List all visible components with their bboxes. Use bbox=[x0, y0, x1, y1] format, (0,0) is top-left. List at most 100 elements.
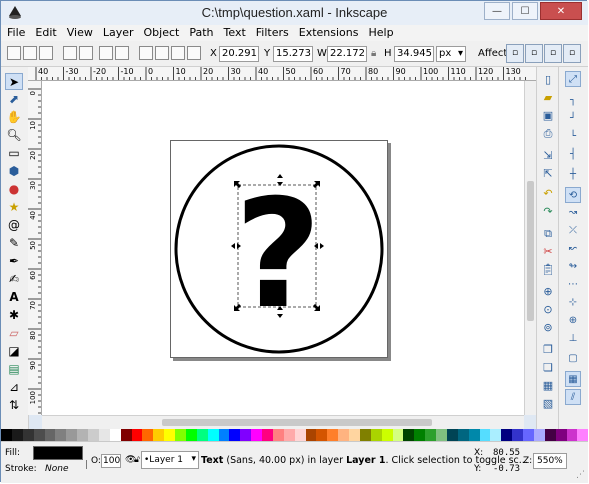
palette-swatch[interactable] bbox=[251, 429, 262, 441]
flip-horizontal-icon[interactable] bbox=[99, 46, 113, 60]
palette-swatch[interactable] bbox=[490, 429, 502, 441]
palette-swatch[interactable] bbox=[316, 429, 328, 441]
new-document-icon[interactable]: ▯ bbox=[541, 73, 555, 87]
paste-icon[interactable]: 📋︎ bbox=[541, 263, 555, 277]
pen-tool-icon[interactable]: ✒ bbox=[5, 253, 23, 270]
palette-swatch[interactable] bbox=[294, 429, 306, 441]
snap-paths-icon[interactable]: ↝ bbox=[565, 205, 581, 221]
eraser-tool-icon[interactable]: ▱ bbox=[5, 325, 23, 342]
palette-swatch[interactable] bbox=[164, 429, 175, 441]
snap-bbox-centers-icon[interactable]: ┼ bbox=[565, 167, 581, 183]
duplicate-icon[interactable]: ❐ bbox=[541, 343, 555, 357]
layer-lock-icon[interactable]: 🔓︎ bbox=[134, 455, 140, 465]
fill-swatch[interactable] bbox=[33, 446, 83, 460]
palette-swatch[interactable] bbox=[131, 429, 143, 441]
snap-rotation-centers-icon[interactable]: ⊕ bbox=[565, 313, 581, 329]
palette-swatch[interactable] bbox=[109, 429, 121, 441]
ungroup-icon[interactable]: ▧ bbox=[541, 397, 555, 411]
text-tool-icon[interactable]: A bbox=[5, 289, 23, 306]
palette-swatch[interactable] bbox=[370, 429, 382, 441]
zoom-field[interactable]: 550% bbox=[533, 453, 567, 469]
palette-swatch[interactable] bbox=[207, 429, 219, 441]
palette-swatch[interactable] bbox=[479, 429, 491, 441]
menu-path[interactable]: Path bbox=[189, 25, 213, 41]
palette-swatch[interactable] bbox=[120, 429, 132, 441]
pencil-tool-icon[interactable]: ✎ bbox=[5, 235, 23, 252]
palette-swatch[interactable] bbox=[544, 429, 556, 441]
vertical-scrollbar[interactable] bbox=[524, 81, 536, 415]
select-all-icon[interactable] bbox=[7, 46, 21, 60]
palette-swatch[interactable] bbox=[468, 429, 480, 441]
group-icon[interactable]: ▦ bbox=[541, 379, 555, 393]
snap-midpoints-icon[interactable]: ⋯ bbox=[565, 277, 581, 293]
menu-text[interactable]: Text bbox=[224, 25, 246, 41]
rotate-cw-icon[interactable] bbox=[79, 46, 93, 60]
affect-patterns-button[interactable]: ▫ bbox=[563, 44, 581, 63]
ellipse-tool-icon[interactable]: ● bbox=[5, 181, 23, 198]
menu-filters[interactable]: Filters bbox=[256, 25, 289, 41]
snap-bbox-icon[interactable]: ┐ bbox=[565, 93, 581, 109]
rectangle-tool-icon[interactable]: ▭ bbox=[5, 145, 23, 162]
dropper-tool-icon[interactable]: ⊿ bbox=[5, 379, 23, 396]
palette-swatch[interactable] bbox=[218, 429, 230, 441]
deselect-icon[interactable] bbox=[39, 46, 53, 60]
snap-object-centers-icon[interactable]: ⊹ bbox=[565, 295, 581, 311]
palette-swatch[interactable] bbox=[98, 429, 110, 441]
menu-view[interactable]: View bbox=[67, 25, 93, 41]
palette-swatch[interactable] bbox=[55, 429, 67, 441]
palette-swatch[interactable] bbox=[175, 429, 186, 441]
palette-swatch[interactable] bbox=[457, 429, 469, 441]
lock-icon[interactable]: 🔒︎ bbox=[371, 48, 376, 59]
zoom-selection-icon[interactable]: ⊕ bbox=[541, 285, 555, 299]
palette-swatch[interactable] bbox=[33, 429, 45, 441]
palette-swatch[interactable] bbox=[240, 429, 252, 441]
snap-page-border-icon[interactable]: ▢ bbox=[565, 351, 581, 367]
save-icon[interactable]: ▣ bbox=[541, 109, 555, 123]
connector-tool-icon[interactable]: ⇅ bbox=[5, 397, 23, 414]
palette-swatch[interactable] bbox=[77, 429, 88, 441]
palette-swatch[interactable] bbox=[414, 429, 426, 441]
close-button[interactable]: ✕ bbox=[540, 2, 582, 20]
layer-select[interactable]: •Layer 1 ▾ bbox=[141, 451, 199, 469]
palette-swatch[interactable] bbox=[305, 429, 317, 441]
snap-nodes-icon[interactable]: ⟲ bbox=[565, 187, 581, 203]
palette-swatch[interactable] bbox=[327, 429, 339, 441]
palette-swatch[interactable] bbox=[11, 429, 23, 441]
affect-gradients-button[interactable]: ▫ bbox=[544, 44, 562, 63]
palette-swatch[interactable] bbox=[262, 429, 273, 441]
spiral-tool-icon[interactable]: @ bbox=[5, 217, 23, 234]
palette-swatch[interactable] bbox=[446, 429, 458, 441]
snap-intersections-icon[interactable]: ⤫ bbox=[565, 223, 581, 239]
cut-icon[interactable]: ✂ bbox=[541, 245, 555, 259]
affect-scale-corners-button[interactable]: ▫ bbox=[525, 44, 543, 63]
spray-tool-icon[interactable]: ✱ bbox=[5, 307, 23, 324]
minimize-button[interactable]: — bbox=[484, 2, 510, 20]
x-field[interactable]: 20.291 bbox=[219, 46, 259, 62]
menu-edit[interactable]: Edit bbox=[35, 25, 56, 41]
menu-layer[interactable]: Layer bbox=[103, 25, 134, 41]
affect-scale-stroke-button[interactable]: ▫ bbox=[506, 44, 524, 63]
open-icon[interactable]: ▰ bbox=[541, 91, 555, 105]
palette-swatch[interactable] bbox=[349, 429, 360, 441]
palette-swatch[interactable] bbox=[1, 429, 12, 441]
snap-bbox-midpoints-icon[interactable]: ┤ bbox=[565, 147, 581, 163]
3d-box-tool-icon[interactable]: ⬢ bbox=[5, 163, 23, 180]
undo-icon[interactable]: ↶ bbox=[541, 187, 555, 201]
rotate-ccw-icon[interactable] bbox=[63, 46, 77, 60]
clone-icon[interactable]: ❏ bbox=[541, 361, 555, 375]
export-icon[interactable]: ⇱ bbox=[541, 167, 555, 181]
zoom-tool-icon[interactable]: 🔍︎ bbox=[5, 127, 23, 144]
unit-select[interactable]: px ▾ bbox=[436, 46, 466, 62]
tweak-tool-icon[interactable]: ✋ bbox=[5, 109, 23, 126]
palette-swatch[interactable] bbox=[22, 429, 34, 441]
lower-icon[interactable] bbox=[171, 46, 185, 60]
palette-swatch[interactable] bbox=[403, 429, 415, 441]
snap-enable-icon[interactable]: ⤢ bbox=[565, 71, 581, 87]
palette-swatch[interactable] bbox=[229, 429, 241, 441]
palette-swatch[interactable] bbox=[66, 429, 78, 441]
palette-swatch[interactable] bbox=[185, 429, 197, 441]
palette-swatch[interactable] bbox=[577, 429, 589, 441]
opacity-field[interactable]: 100 bbox=[101, 454, 121, 468]
snap-grid-icon[interactable]: ▦ bbox=[565, 371, 581, 387]
menu-object[interactable]: Object bbox=[144, 25, 180, 41]
